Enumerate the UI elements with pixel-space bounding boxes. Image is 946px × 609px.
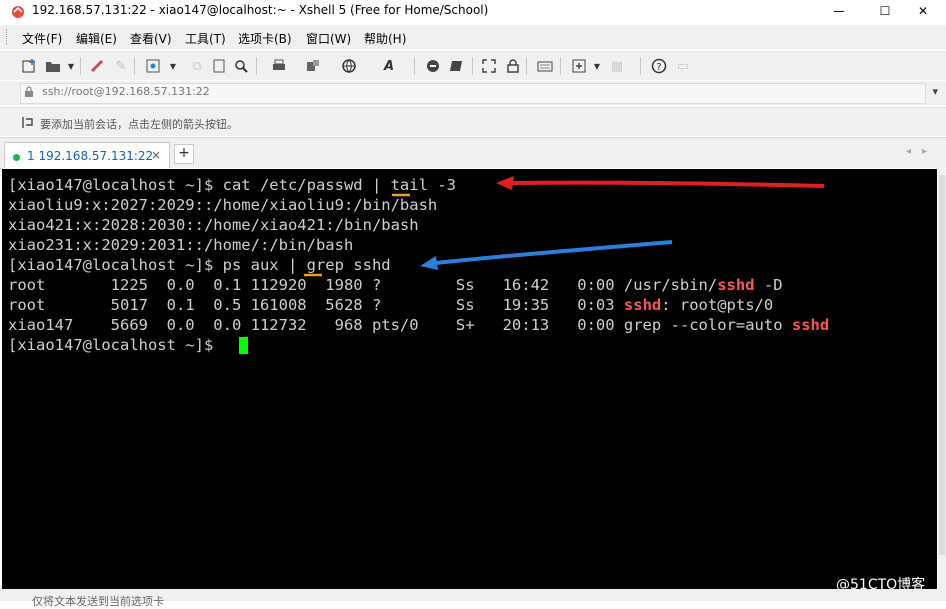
red-arrow-head xyxy=(496,176,514,190)
watermark: @51CTO博客 xyxy=(836,577,926,593)
annotation-overlay xyxy=(304,176,825,277)
blue-arrow-head xyxy=(420,256,438,270)
status-bar: 仅将文本发送到当前选项卡 xyxy=(0,589,946,608)
blue-arrow-shaft xyxy=(435,240,673,265)
red-arrow-shaft xyxy=(511,180,825,188)
status-text: 仅将文本发送到当前选项卡 xyxy=(32,595,164,608)
